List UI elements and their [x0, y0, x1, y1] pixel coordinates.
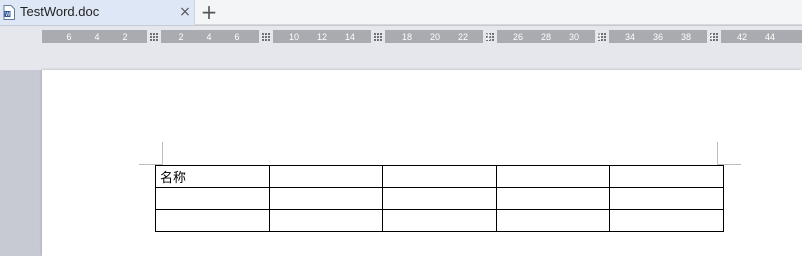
- word-document-icon: W: [3, 5, 15, 20]
- table-cell[interactable]: [609, 165, 724, 188]
- table-row: 名称: [155, 165, 724, 188]
- ruler-tick-label: 26: [513, 32, 523, 42]
- margin-corner-top-right-v: [717, 142, 718, 164]
- table-cell[interactable]: [496, 165, 610, 188]
- document-tab[interactable]: W TestWord.doc ×: [0, 0, 195, 25]
- ruler-scale: 6 4 2 2 4 6 10 12 14 18 20 22 2 26 28 30 3 34 36 38 4 42 44: [66, 30, 775, 43]
- table-cell[interactable]: [269, 165, 383, 188]
- table-cell[interactable]: [269, 187, 383, 210]
- ruler-tick-label: 2: [485, 32, 490, 42]
- table-cell[interactable]: [609, 187, 724, 210]
- tab-bar: W TestWord.doc × +: [0, 0, 802, 25]
- ruler-tick-label: 4: [206, 32, 211, 42]
- ruler-tick-label: 34: [625, 32, 635, 42]
- document-tab-title: TestWord.doc: [20, 4, 100, 19]
- ruler-separator-icon: [259, 30, 273, 43]
- ruler-tick-label: 28: [541, 32, 551, 42]
- ruler-tick-label: 14: [345, 32, 355, 42]
- close-tab-icon[interactable]: ×: [178, 3, 192, 21]
- ruler-area: 6 4 2 2 4 6 10 12 14 18 20 22 2 26 28 30 3 34 36 38 4 42 44: [0, 26, 802, 70]
- table-cell[interactable]: [155, 209, 270, 232]
- table-cell[interactable]: [269, 209, 383, 232]
- ruler-tick-label: 18: [402, 32, 412, 42]
- ruler-tick-label: 20: [430, 32, 440, 42]
- ruler-tick-label: 36: [653, 32, 663, 42]
- ruler-tick-label: 42: [737, 32, 747, 42]
- ruler-separator-icon: [371, 30, 385, 43]
- ruler-tick-label: 2: [122, 32, 127, 42]
- ruler-tick-label: 2: [178, 32, 183, 42]
- ruler-tick-label: 6: [66, 32, 71, 42]
- table-row: [155, 209, 724, 232]
- table-row: [155, 187, 724, 210]
- ruler-separator-icon: [147, 30, 161, 43]
- document-table[interactable]: 名称: [155, 165, 724, 232]
- table-cell[interactable]: 名称: [155, 165, 270, 188]
- svg-text:W: W: [5, 12, 10, 18]
- ruler-tick-label: 3: [596, 32, 601, 42]
- table-cell[interactable]: [382, 165, 497, 188]
- margin-corner-top-left-v: [162, 142, 163, 164]
- new-tab-button[interactable]: +: [199, 1, 219, 23]
- table-cell[interactable]: [155, 187, 270, 210]
- ruler-tick-label: 38: [681, 32, 691, 42]
- ruler-tick-label: 22: [458, 32, 468, 42]
- ruler-tick-label: 6: [234, 32, 239, 42]
- ruler-tick-label: 44: [765, 32, 775, 42]
- table-cell[interactable]: [382, 187, 497, 210]
- ruler-tick-label: 12: [317, 32, 327, 42]
- table-cell[interactable]: [382, 209, 497, 232]
- ruler-tick-label: 4: [708, 32, 713, 42]
- table-cell[interactable]: [496, 187, 610, 210]
- table-cell[interactable]: [609, 209, 724, 232]
- ruler-tick-label: 30: [569, 32, 579, 42]
- table-cell[interactable]: [496, 209, 610, 232]
- ruler-tick-label: 4: [94, 32, 99, 42]
- document-page[interactable]: 名称: [42, 70, 802, 256]
- ruler-tick-label: 10: [289, 32, 299, 42]
- horizontal-ruler[interactable]: 6 4 2 2 4 6 10 12 14 18 20 22 2 26 28 30 3 34 36 38 4 42 44: [42, 30, 802, 43]
